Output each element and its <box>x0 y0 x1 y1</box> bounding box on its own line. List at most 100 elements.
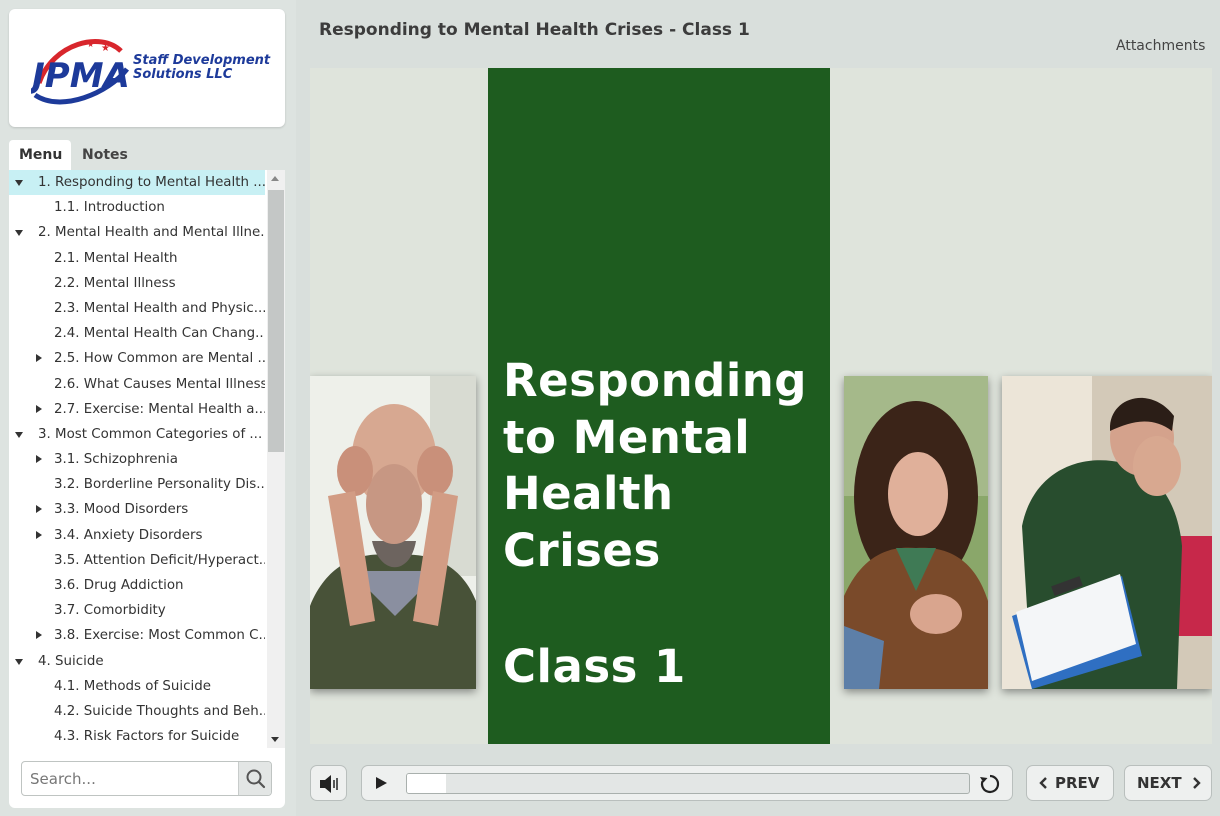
menu-item-label: 3.3. Mood Disorders <box>54 502 189 518</box>
menu-item-label: 4. Suicide <box>38 653 104 669</box>
menu-item-label: 3.6. Drug Addiction <box>54 578 184 593</box>
menu-item[interactable]: 3.8. Exercise: Most Common C... <box>9 623 265 648</box>
volume-icon <box>320 775 338 793</box>
menu-item-label: 1.1. Introduction <box>54 200 165 216</box>
menu-item[interactable]: 4.1. Methods of Suicide <box>9 674 265 699</box>
next-label: NEXT <box>1137 774 1182 792</box>
search-area <box>9 748 285 808</box>
photo-man-holding-head <box>310 376 476 689</box>
sidebar: JPMA ★ ★ Staff Development Solutions LLC… <box>0 0 296 816</box>
menu-item[interactable]: 3.6. Drug Addiction <box>9 573 265 598</box>
collapse-arrow-icon[interactable] <box>15 180 23 186</box>
seek-progress <box>407 774 447 793</box>
slide: Responding to Mental Health Crises Class… <box>310 68 1212 744</box>
menu-item[interactable]: 4.3. Risk Factors for Suicide <box>9 724 265 748</box>
scroll-down-icon[interactable] <box>271 737 279 742</box>
menu-item[interactable]: 1. Responding to Mental Health ... <box>9 170 265 196</box>
playback-bar <box>361 765 1013 801</box>
menu-item[interactable]: 3. Most Common Categories of ... <box>9 422 265 447</box>
collapse-arrow-icon[interactable] <box>15 431 23 438</box>
menu-item-label: 3.4. Anxiety Disorders <box>54 527 203 543</box>
menu-list: 1. Responding to Mental Health ... 1.1. I… <box>9 170 265 748</box>
search-icon <box>246 769 266 789</box>
attachments-link[interactable]: Attachments <box>1116 38 1205 54</box>
menu-item-label: 4.3. Risk Factors for Suicide <box>54 729 240 745</box>
prev-label: PREV <box>1055 774 1100 792</box>
menu-item[interactable]: 4.2. Suicide Thoughts and Beh... <box>9 699 265 724</box>
menu-item-label: 4.1. Methods of Suicide <box>54 678 211 694</box>
next-button[interactable]: NEXT <box>1124 765 1212 801</box>
photo-worried-woman <box>844 376 988 689</box>
expand-arrow-icon[interactable] <box>36 530 42 539</box>
menu-item-label: 2.2. Mental Illness <box>54 275 176 291</box>
menu-item-label: 4.2. Suicide Thoughts and Beh... <box>54 703 265 719</box>
menu-scrollbar[interactable] <box>267 170 285 748</box>
slide-subtitle: Class 1 <box>503 640 686 693</box>
volume-button[interactable] <box>310 765 347 801</box>
scroll-up-icon[interactable] <box>271 176 279 181</box>
menu-item-label: 3.8. Exercise: Most Common C... <box>54 628 265 644</box>
menu-item-label: 3.1. Schizophrenia <box>54 452 178 468</box>
menu-item[interactable]: 3.3. Mood Disorders <box>9 497 265 522</box>
search-button[interactable] <box>238 762 271 795</box>
photo-man-with-clipboard <box>1002 376 1212 689</box>
menu-panel: 1. Responding to Mental Health ... 1.1. I… <box>9 170 285 748</box>
search-input[interactable] <box>22 762 238 795</box>
menu-item[interactable]: 3.4. Anxiety Disorders <box>9 523 265 548</box>
player-controls: PREV NEXT <box>298 752 1220 816</box>
menu-item[interactable]: 2.7. Exercise: Mental Health a... <box>9 397 265 422</box>
play-icon[interactable] <box>376 777 387 789</box>
replay-button[interactable] <box>978 772 1002 796</box>
slide-title: Responding to Mental Health Crises <box>503 354 808 577</box>
logo-line2: Solutions LLC <box>133 67 233 82</box>
search-box <box>21 761 272 796</box>
chevron-left-icon <box>1039 777 1047 789</box>
menu-item-label: 2. Mental Health and Mental Illne... <box>38 225 265 241</box>
prev-button[interactable]: PREV <box>1026 765 1114 801</box>
svg-text:★: ★ <box>87 40 94 49</box>
company-logo: JPMA ★ ★ Staff Development Solutions LLC <box>9 9 285 127</box>
menu-item[interactable]: 3.2. Borderline Personality Dis... <box>9 472 265 497</box>
expand-arrow-icon[interactable] <box>36 505 42 514</box>
menu-item-label: 2.4. Mental Health Can Chang... <box>54 326 265 342</box>
menu-item[interactable]: 2.4. Mental Health Can Chang... <box>9 321 265 346</box>
menu-item[interactable]: 2.2. Mental Illness <box>9 271 265 296</box>
menu-item[interactable]: 2.1. Mental Health <box>9 246 265 271</box>
tab-menu[interactable]: Menu <box>9 140 71 170</box>
expand-arrow-icon[interactable] <box>36 631 42 640</box>
menu-item[interactable]: 4. Suicide <box>9 649 265 674</box>
menu-item[interactable]: 2.3. Mental Health and Physic... <box>9 296 265 321</box>
menu-item-label: 3.5. Attention Deficit/Hyperact... <box>54 552 265 568</box>
menu-item-label: 2.7. Exercise: Mental Health a... <box>54 401 265 417</box>
replay-icon <box>980 774 1000 794</box>
course-title: Responding to Mental Health Crises - Cla… <box>319 20 750 40</box>
svg-text:★: ★ <box>101 43 110 54</box>
seek-bar[interactable] <box>406 773 970 794</box>
svg-text:JPMA: JPMA <box>31 56 130 96</box>
menu-item-label: 2.1. Mental Health <box>54 250 178 266</box>
menu-item[interactable]: 3.1. Schizophrenia <box>9 447 265 472</box>
expand-arrow-icon[interactable] <box>36 354 42 363</box>
menu-item[interactable]: 1.1. Introduction <box>9 195 265 220</box>
menu-item[interactable]: 3.7. Comorbidity <box>9 598 265 623</box>
collapse-arrow-icon[interactable] <box>15 230 23 237</box>
menu-item-label: 2.3. Mental Health and Physic... <box>54 300 265 316</box>
expand-arrow-icon[interactable] <box>36 404 42 413</box>
tab-notes[interactable]: Notes <box>72 140 136 170</box>
expand-arrow-icon[interactable] <box>36 455 42 464</box>
chevron-right-icon <box>1193 777 1201 789</box>
menu-item-label: 3.2. Borderline Personality Dis... <box>54 477 265 493</box>
menu-item-label: 1. Responding to Mental Health ... <box>38 175 265 190</box>
jpma-logo-icon: JPMA ★ ★ <box>31 39 130 105</box>
menu-item-label: 3.7. Comorbidity <box>54 603 166 619</box>
menu-item[interactable]: 3.5. Attention Deficit/Hyperact... <box>9 548 265 573</box>
scroll-thumb[interactable] <box>268 190 284 452</box>
menu-item[interactable]: 2. Mental Health and Mental Illne... <box>9 220 265 245</box>
menu-item-label: 2.5. How Common are Mental ... <box>54 351 265 367</box>
menu-item[interactable]: 2.5. How Common are Mental ... <box>9 346 265 371</box>
logo-line1: Staff Development <box>133 53 271 68</box>
menu-item[interactable]: 2.6. What Causes Mental Illness? <box>9 372 265 397</box>
collapse-arrow-icon[interactable] <box>15 658 23 665</box>
menu-item-label: 3. Most Common Categories of ... <box>38 426 263 442</box>
menu-item-label: 2.6. What Causes Mental Illness? <box>54 376 265 392</box>
